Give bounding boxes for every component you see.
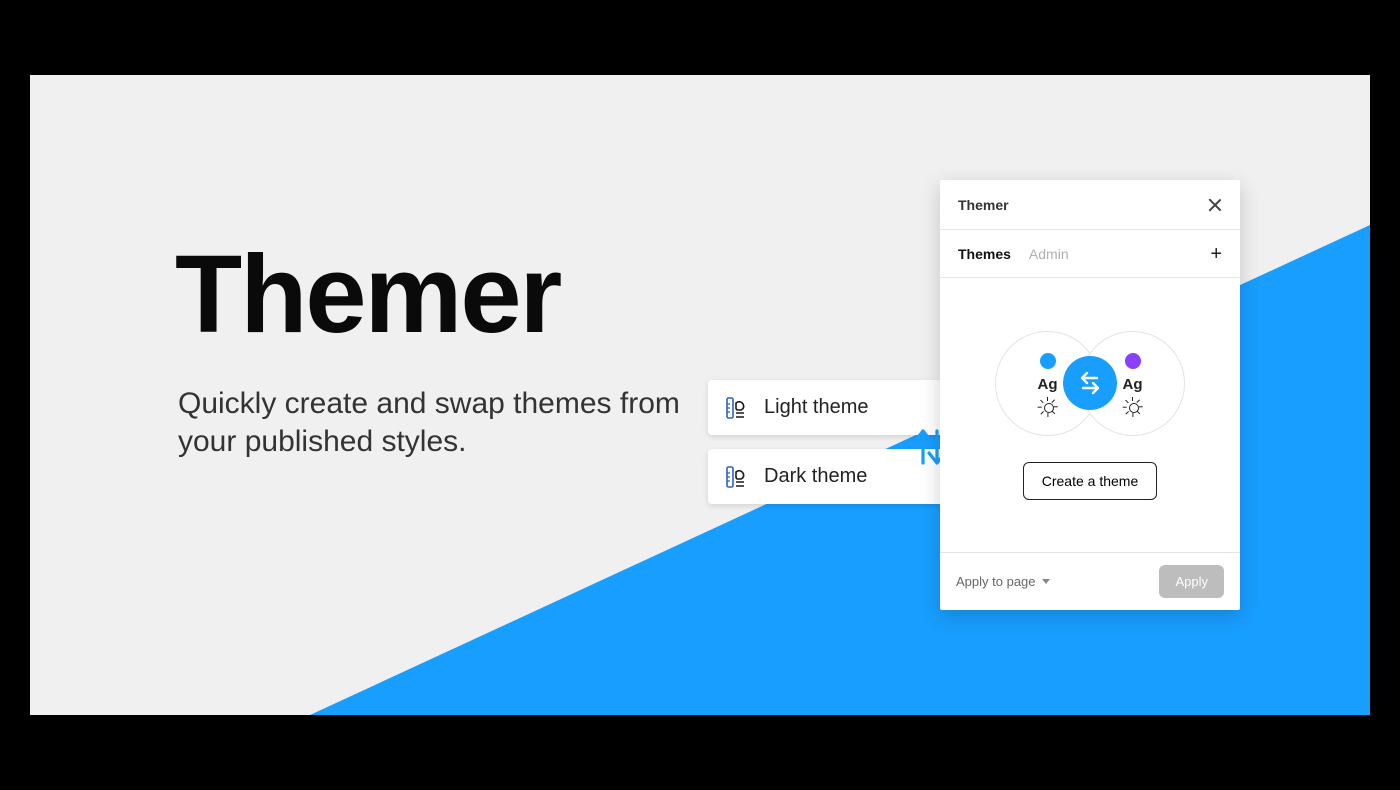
swatch-left-typography: Ag [1038,376,1058,393]
close-icon[interactable] [1208,198,1222,212]
hero-title: Themer [175,240,560,350]
swatch-right-typography: Ag [1123,376,1143,393]
apply-scope-label: Apply to page [956,574,1036,589]
ruler-palette-icon [726,465,746,489]
promo-card: Themer Quickly create and swap themes fr… [30,75,1370,715]
panel-footer: Apply to page Apply [940,552,1240,610]
panel-title: Themer [958,197,1009,213]
swatch-right-color-dot [1125,353,1141,369]
panel-body: Ag [940,278,1240,552]
theme-chip-light-label: Light theme [764,396,869,419]
apply-scope-dropdown[interactable]: Apply to page [956,574,1050,589]
chevron-down-icon [1042,579,1050,584]
swatch-left-color-dot [1040,353,1056,369]
swatch-row: Ag [940,331,1240,436]
swap-themes-button[interactable] [1063,356,1117,410]
brightness-icon [1126,400,1140,414]
ruler-palette-icon [726,396,746,420]
panel-header: Themer [940,180,1240,230]
apply-button[interactable]: Apply [1159,565,1224,598]
add-theme-icon[interactable]: + [1210,244,1222,264]
brightness-icon [1041,400,1055,414]
plugin-panel: Themer Themes Admin + Ag [940,180,1240,610]
tab-themes[interactable]: Themes [958,246,1011,262]
hero-subtitle: Quickly create and swap themes from your… [178,385,698,460]
tab-admin[interactable]: Admin [1029,246,1069,262]
create-theme-button[interactable]: Create a theme [1023,462,1158,500]
panel-tabs: Themes Admin + [940,230,1240,278]
theme-chip-dark-label: Dark theme [764,465,867,488]
